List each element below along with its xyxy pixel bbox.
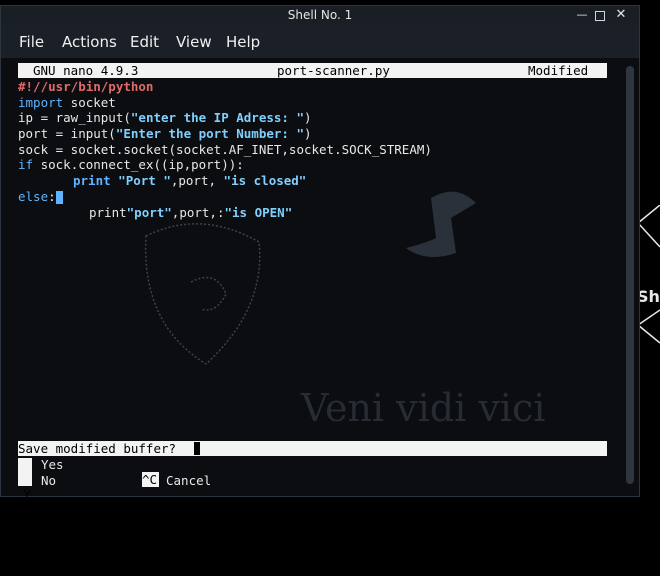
menu-view[interactable]: View xyxy=(176,33,212,51)
menu-file[interactable]: File xyxy=(19,33,44,51)
yes-key[interactable]: Y xyxy=(18,488,32,502)
save-prompt-text: Save modified buffer? xyxy=(18,441,177,456)
no-key[interactable]: N xyxy=(18,532,32,546)
code-line-8[interactable]: else: xyxy=(18,189,63,205)
prompt-cursor xyxy=(194,442,200,455)
minimize-icon[interactable]: — xyxy=(576,9,588,21)
window-title: Shell No. 1 xyxy=(287,8,353,22)
menu-bar: File Actions Edit View Help xyxy=(1,26,639,58)
watermark-text: Veni vidi vici xyxy=(301,386,546,430)
menu-actions[interactable]: Actions xyxy=(62,33,117,51)
nano-modified-status: Modified xyxy=(528,63,589,78)
kali-shield-watermark xyxy=(144,223,261,365)
nano-version: GNU nano 4.9.3 xyxy=(33,63,139,78)
code-line-3[interactable]: ip = raw_input("enter the IP Adress: ") xyxy=(18,110,312,126)
menu-help[interactable]: Help xyxy=(226,33,260,51)
menu-edit[interactable]: Edit xyxy=(130,33,159,51)
cancel-option[interactable]: Cancel xyxy=(166,473,211,488)
code-line-5[interactable]: sock = socket.socket(socket.AF_INET,sock… xyxy=(18,142,432,158)
text-cursor xyxy=(55,191,63,204)
terminal-area[interactable]: Veni vidi vici GNU nano 4.9.3 port-scann… xyxy=(1,58,639,546)
code-line-9[interactable]: print"port",port,:"is OPEN" xyxy=(89,205,292,221)
save-prompt[interactable]: Save modified buffer? xyxy=(18,441,607,456)
maximize-icon[interactable] xyxy=(595,11,605,21)
code-line-4[interactable]: port = input("Enter the port Number: ") xyxy=(18,126,312,142)
code-line-1[interactable]: #!//usr/bin/python xyxy=(18,79,153,95)
dragon-watermark xyxy=(406,191,476,257)
terminal-window[interactable]: Shell No. 1 — ✕ File Actions Edit View H… xyxy=(0,5,640,546)
code-line-7[interactable]: print "Port ",port, "is closed" xyxy=(73,173,306,189)
desktop-right-edge-text: She xyxy=(637,287,660,306)
vertical-scrollbar[interactable] xyxy=(626,66,634,484)
yes-no-keys: Y N xyxy=(18,458,32,546)
cancel-key[interactable]: ^C xyxy=(142,472,159,487)
close-icon[interactable]: ✕ xyxy=(615,8,627,21)
title-bar[interactable]: Shell No. 1 — ✕ xyxy=(1,6,639,26)
code-line-6[interactable]: if sock.connect_ex((ip,port)): xyxy=(18,157,244,173)
nano-header: GNU nano 4.9.3 port-scanner.py Modified xyxy=(18,63,607,78)
yes-option[interactable]: Yes xyxy=(41,457,64,472)
no-option[interactable]: No xyxy=(41,473,56,488)
code-line-2[interactable]: import socket xyxy=(18,95,116,111)
nano-filename: port-scanner.py xyxy=(277,63,390,78)
